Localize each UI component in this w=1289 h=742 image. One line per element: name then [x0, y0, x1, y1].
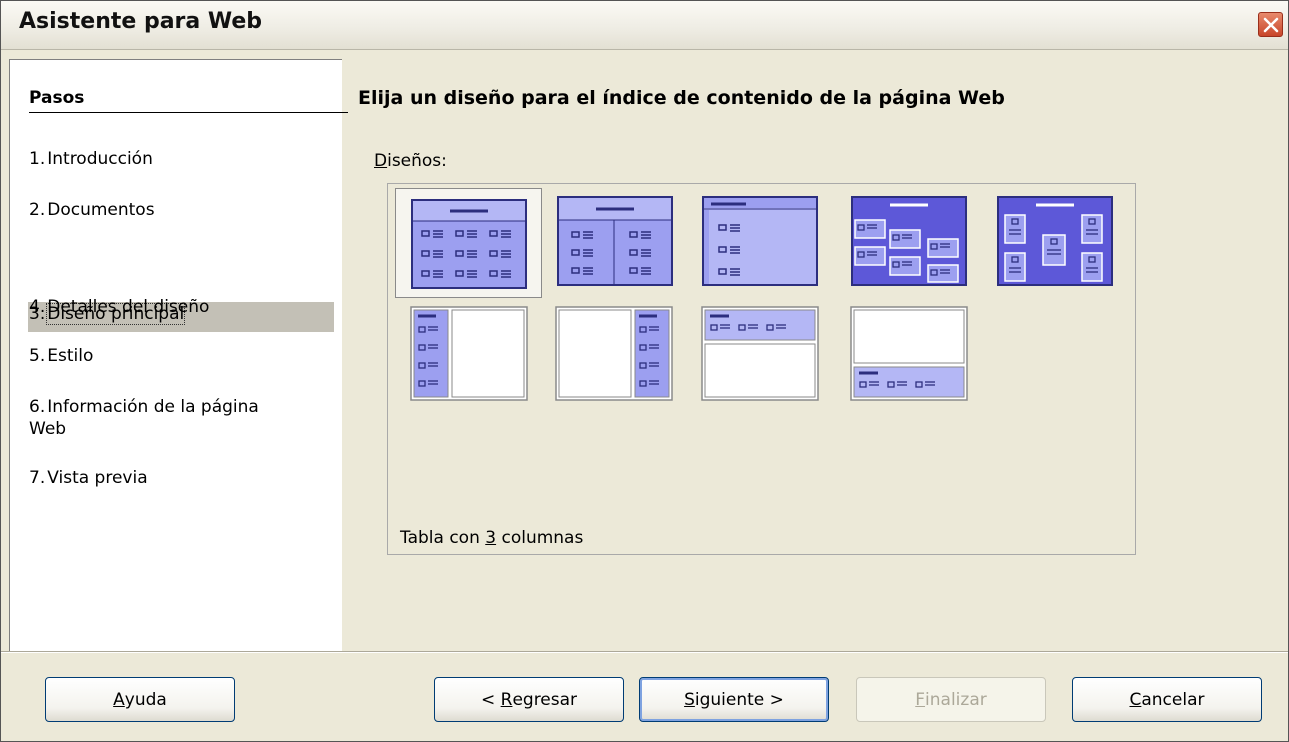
step-label: Estilo: [47, 346, 94, 366]
web-wizard-window: Asistente para Web Pasos 1. Introducción …: [0, 0, 1289, 742]
page-title: Elija un diseño para el índice de conten…: [358, 87, 1005, 109]
layout-table-2-columns[interactable]: [556, 195, 674, 287]
designs-label-text: iseños:: [387, 151, 447, 171]
layout-sidebar-right[interactable]: [555, 306, 673, 401]
step-web-site-info[interactable]: 6. Información de la página Web: [29, 396, 259, 440]
step-label: Detalles del diseño: [47, 297, 210, 317]
footer-separator: [1, 651, 1288, 653]
title-bar: Asistente para Web: [1, 1, 1288, 50]
step-label: Documentos: [47, 200, 155, 220]
back-prefix: <: [480, 689, 501, 710]
designs-list: [387, 183, 1136, 555]
step-label: Información de la página: [47, 397, 259, 417]
back-mnemonic: R: [500, 689, 513, 710]
finish-button[interactable]: Finalizar: [856, 677, 1046, 722]
step-style[interactable]: 5. Estilo: [29, 346, 93, 366]
step-preview[interactable]: 7. Vista previa: [29, 468, 148, 488]
step-number: 2.: [29, 200, 46, 220]
bottom-bar-thumbnail: [850, 306, 968, 401]
step-number: 7.: [29, 468, 46, 488]
help-button[interactable]: Ayuda: [45, 677, 235, 722]
step-number: 4.: [29, 297, 46, 317]
step-introduction[interactable]: 1. Introducción: [29, 149, 153, 169]
step-number: 5.: [29, 346, 46, 366]
help-mnemonic: A: [113, 689, 125, 710]
description-text-pre: Tabla con: [400, 528, 486, 548]
close-button[interactable]: [1258, 12, 1283, 37]
layout-table-3-columns[interactable]: [395, 188, 542, 298]
layout-sidebar-left[interactable]: [410, 306, 528, 401]
step-label-continued: Web: [29, 419, 67, 439]
table-2-columns-thumbnail: [557, 196, 673, 286]
table-3-columns-thumbnail: [411, 199, 527, 289]
designs-label: Diseños:: [374, 151, 447, 171]
sidebar-left-thumbnail: [410, 306, 528, 401]
next-button[interactable]: Siguiente >: [639, 677, 829, 722]
next-label: iguiente >: [694, 689, 784, 710]
finish-mnemonic: F: [915, 689, 926, 710]
help-label: yuda: [124, 689, 167, 710]
top-bar-thumbnail: [701, 306, 819, 401]
layout-top-bar[interactable]: [701, 306, 819, 401]
description-text-post: columnas: [496, 528, 584, 548]
finish-label: inalizar: [925, 689, 987, 710]
description-mnemonic: 3: [485, 528, 497, 548]
layout-description: Tabla con 3 columnas: [400, 528, 583, 548]
sidebar-right-thumbnail: [555, 306, 673, 401]
diagonal-thumbnail: [851, 196, 967, 286]
designs-label-mnemonic: D: [374, 151, 388, 171]
cancel-button[interactable]: Cancelar: [1072, 677, 1262, 722]
layout-zig-zag[interactable]: [996, 195, 1114, 287]
steps-panel: Pasos 1. Introducción 2. Documentos 3. Dise…: [9, 59, 348, 651]
step-documents[interactable]: 2. Documentos: [29, 200, 155, 220]
simple-thumbnail: [702, 196, 818, 286]
back-label: egresar: [512, 689, 578, 710]
layout-bottom-bar[interactable]: [850, 306, 968, 401]
cancel-mnemonic: C: [1129, 689, 1142, 710]
back-button[interactable]: < Regresar: [434, 677, 624, 722]
next-mnemonic: S: [684, 689, 695, 710]
layout-simple[interactable]: [701, 195, 819, 287]
layout-diagonal[interactable]: [850, 195, 968, 287]
step-layout-details[interactable]: 4. Detalles del diseño: [29, 297, 209, 317]
cancel-label: ancelar: [1141, 689, 1205, 710]
close-icon: [1263, 17, 1279, 33]
window-title: Asistente para Web: [19, 9, 263, 34]
zig-zag-thumbnail: [997, 196, 1113, 286]
step-number: 1.: [29, 149, 46, 169]
step-label: Introducción: [47, 149, 153, 169]
step-label: Vista previa: [47, 468, 148, 488]
step-number: 6.: [29, 397, 46, 417]
steps-title: Pasos: [29, 88, 348, 113]
